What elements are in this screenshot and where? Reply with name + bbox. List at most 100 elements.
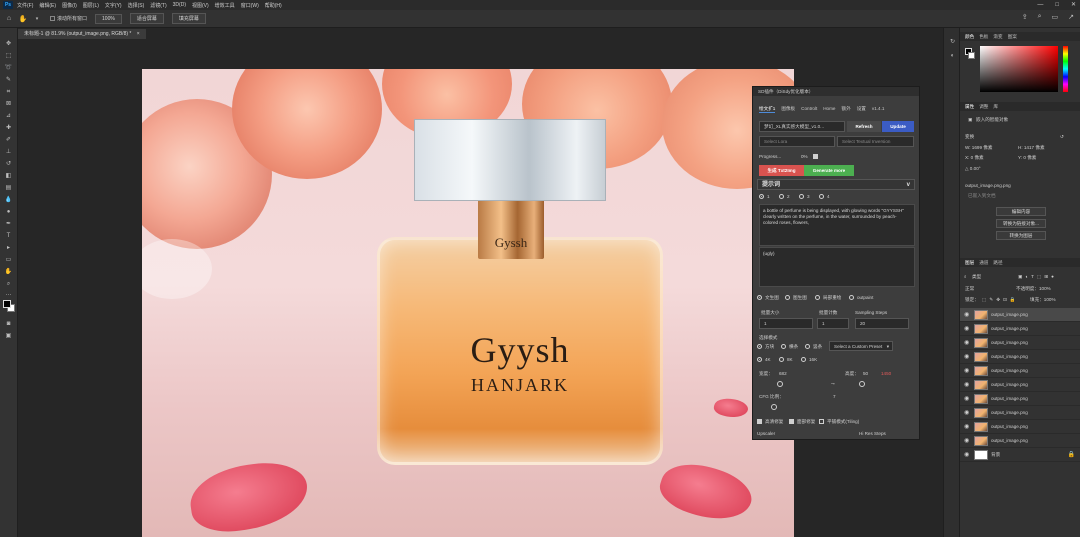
menu-file[interactable]: 文件(F) <box>17 2 33 9</box>
quick-select-tool-icon[interactable]: ✎ <box>3 76 14 85</box>
screen-mode-icon[interactable]: ▣ <box>3 332 14 341</box>
ratio-4k-radio[interactable] <box>757 357 762 362</box>
sd-tab-settings[interactable]: 设置 <box>857 104 866 113</box>
home-icon[interactable]: ⌂ <box>4 15 14 22</box>
eye-icon[interactable]: ◉ <box>964 367 969 374</box>
color-bg-swatch[interactable] <box>968 52 975 59</box>
prompt-slot-4-radio[interactable] <box>819 194 824 199</box>
ratio-8k-radio[interactable] <box>779 357 784 362</box>
lora-select[interactable]: Select Lora <box>759 136 835 147</box>
edit-contents-button[interactable]: 编辑内容 <box>996 207 1046 216</box>
healing-tool-icon[interactable]: ✚ <box>3 124 14 133</box>
color-picker-field[interactable] <box>980 46 1058 92</box>
blend-mode-select[interactable]: 正常 <box>965 286 974 292</box>
height-field[interactable]: H: 1417 像素 <box>1018 145 1045 151</box>
tab-gradients[interactable]: 渐变 <box>993 32 1002 41</box>
share-icon[interactable]: ⇪ <box>1022 13 1028 21</box>
progress-checkbox[interactable] <box>813 154 818 159</box>
tab-paths[interactable]: 路径 <box>993 258 1002 267</box>
menu-image[interactable]: 图像(I) <box>62 2 77 9</box>
dodge-tool-icon[interactable]: ● <box>3 208 14 217</box>
hand-tool-icon[interactable]: ✋ <box>3 268 14 277</box>
menu-window[interactable]: 窗口(W) <box>241 2 259 9</box>
stamp-tool-icon[interactable]: ⊥ <box>3 148 14 157</box>
negative-prompt-textarea[interactable]: (ugly) <box>759 247 915 287</box>
batch-size-input[interactable]: 1 <box>759 318 813 329</box>
frame-tool-icon[interactable]: ⊠ <box>3 100 14 109</box>
menu-edit[interactable]: 编辑(E) <box>39 2 56 9</box>
tab-color[interactable]: 颜色 <box>965 32 974 41</box>
type-tool-icon[interactable]: T <box>3 232 14 241</box>
sd-tab-extra[interactable]: 额外 <box>842 104 851 113</box>
menu-type[interactable]: 文字(Y) <box>105 2 122 9</box>
fit-screen-button[interactable]: 适合屏幕 <box>129 13 164 24</box>
tab-swatches[interactable]: 色板 <box>979 32 988 41</box>
move-tool-icon[interactable]: ✥ <box>3 40 14 49</box>
layer-row[interactable]: ◉ output_image.png <box>960 336 1080 350</box>
ratio-16k-radio[interactable] <box>801 357 806 362</box>
model-select[interactable]: 梦幻_XL真实感大模型_v1.0... <box>759 121 845 132</box>
sd-tab-txt2img[interactable]: 绘文扩1 <box>759 104 776 113</box>
chevron-down-icon[interactable]: ▾ <box>32 16 42 22</box>
mode-square-radio[interactable] <box>757 344 762 349</box>
menu-filter[interactable]: 滤镜(T) <box>150 2 166 9</box>
history-brush-tool-icon[interactable]: ↺ <box>3 160 14 169</box>
tab-channels[interactable]: 通道 <box>979 258 988 267</box>
mode-landscape-radio[interactable] <box>781 344 786 349</box>
maximize-button[interactable]: □ <box>1055 0 1059 10</box>
fill-screen-button[interactable]: 填充屏幕 <box>171 13 206 24</box>
generate-more-button[interactable]: Generate more <box>804 165 854 176</box>
sd-tab-home[interactable]: Home <box>823 104 835 113</box>
batch-count-input[interactable]: 1 <box>817 318 849 329</box>
eye-icon[interactable]: ◉ <box>964 339 969 346</box>
layer-row[interactable]: ◉ output_image.png <box>960 364 1080 378</box>
layer-row[interactable]: ◉ output_image.png <box>960 308 1080 322</box>
height-slider-knob[interactable] <box>859 381 865 387</box>
foreground-color-swatch[interactable] <box>3 300 11 308</box>
document-canvas-image[interactable]: Gyssh Gyysh HANJARK <box>142 69 794 537</box>
x-field[interactable]: X: 0 像素 <box>965 155 984 161</box>
layer-row[interactable]: ◉ output_image.png <box>960 322 1080 336</box>
face-restore-checkbox[interactable] <box>789 419 794 424</box>
mode-portrait-radio[interactable] <box>805 344 810 349</box>
mode-txt2img-radio[interactable] <box>757 295 762 300</box>
workspace-icon[interactable]: ▭ <box>1052 13 1059 21</box>
sampling-steps-input[interactable]: 20 <box>855 318 909 329</box>
marquee-tool-icon[interactable]: ⬚ <box>3 52 14 61</box>
eye-icon[interactable]: ◉ <box>964 381 969 388</box>
brush-tool-icon[interactable]: ✐ <box>3 136 14 145</box>
eye-icon[interactable]: ◉ <box>964 325 969 332</box>
refresh-button[interactable]: Refresh <box>847 121 881 132</box>
sd-tab-controlnet[interactable]: Controlt <box>801 104 817 113</box>
eye-icon[interactable]: ◉ <box>964 353 969 360</box>
angle-field[interactable]: △ 0.00° <box>965 166 981 172</box>
quick-mask-icon[interactable]: ◙ <box>3 320 14 329</box>
path-select-tool-icon[interactable]: ▸ <box>3 244 14 253</box>
menu-view[interactable]: 视图(V) <box>192 2 209 9</box>
document-tab-close[interactable]: × <box>137 31 140 37</box>
eye-icon[interactable]: ◉ <box>964 395 969 402</box>
prompt-slot-1-radio[interactable] <box>759 194 764 199</box>
crop-tool-icon[interactable]: ⌗ <box>3 88 14 97</box>
adjust-panel-icon[interactable]: ◐ <box>947 52 958 61</box>
tab-patterns[interactable]: 图案 <box>1008 32 1017 41</box>
gradient-tool-icon[interactable]: ▤ <box>3 184 14 193</box>
document-tab[interactable]: 未标题-1 @ 81.9% (output_image.png, RGB/8) … <box>18 29 146 39</box>
layer-row[interactable]: ◉ output_image.png <box>960 392 1080 406</box>
layer-row[interactable]: ◉ output_image.png <box>960 350 1080 364</box>
layer-kind-filter[interactable]: 类型 <box>972 274 981 280</box>
update-button[interactable]: Update <box>882 121 914 132</box>
tab-libraries[interactable]: 库 <box>993 102 998 111</box>
layer-filter-icon[interactable]: ⌕ <box>964 274 967 279</box>
eye-icon[interactable]: ◉ <box>964 437 969 444</box>
layer-row[interactable]: ◉ output_image.png <box>960 406 1080 420</box>
y-field[interactable]: Y: 0 像素 <box>1018 155 1036 161</box>
cfg-slider-knob[interactable] <box>771 404 777 410</box>
menu-layer[interactable]: 图层(L) <box>83 2 99 9</box>
eye-icon[interactable]: ◉ <box>964 409 969 416</box>
eraser-tool-icon[interactable]: ◧ <box>3 172 14 181</box>
prompt-section-header[interactable]: 提示词 v <box>757 179 915 190</box>
lock-icons[interactable]: ⬚✎✥⊡🔒 <box>982 297 1019 303</box>
scroll-all-checkbox[interactable] <box>50 16 55 21</box>
menu-3d[interactable]: 3D(D) <box>173 2 186 8</box>
